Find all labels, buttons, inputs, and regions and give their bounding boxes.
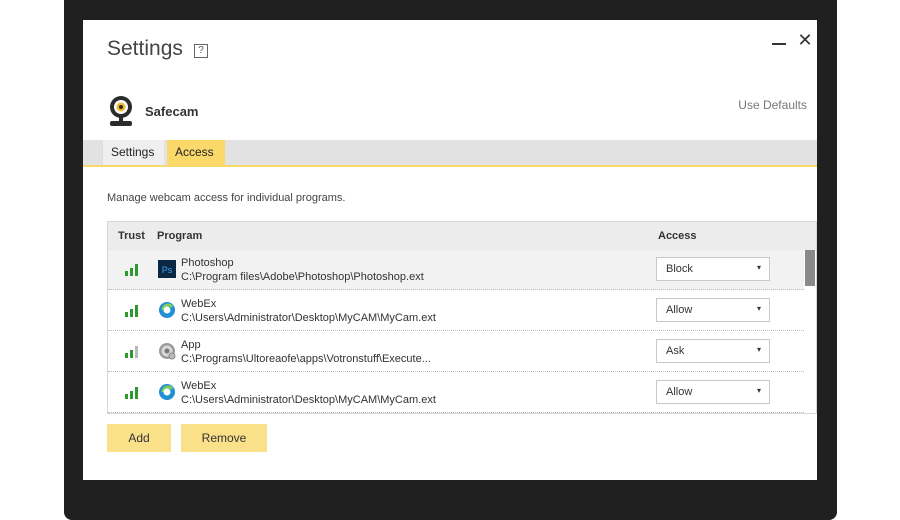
chevron-down-icon: ▾ <box>756 345 761 354</box>
remove-button[interactable]: Remove <box>181 424 267 452</box>
access-select-value: Allow <box>666 304 693 316</box>
access-select[interactable]: Allow ▾ <box>656 298 770 322</box>
trust-bar <box>130 391 133 399</box>
program-path: C:\Programs\Ultoreaofe\apps\Votronstuff\… <box>181 353 431 365</box>
help-icon[interactable]: ? <box>194 44 208 58</box>
table-row[interactable]: Ps Photoshop C:\Program files\Adobe\Phot… <box>108 250 804 290</box>
program-path: C:\Users\Administrator\Desktop\MyCAM\MyC… <box>181 312 436 324</box>
webex-icon <box>159 302 175 318</box>
product-name: Safecam <box>145 104 199 119</box>
trust-bar <box>125 312 128 317</box>
trust-bar <box>130 309 133 317</box>
close-icon[interactable]: ✕ <box>796 30 814 51</box>
program-name: WebEx <box>181 298 217 310</box>
trust-bar <box>125 271 128 276</box>
trust-bar <box>125 353 128 358</box>
table-row[interactable]: WebEx C:\Users\Administrator\Desktop\MyC… <box>108 373 804 413</box>
program-access-table: Trust Program Access Ps Photoshop C:\Pro… <box>107 221 817 414</box>
tab-bar: Settings Access <box>83 140 817 167</box>
access-select[interactable]: Allow ▾ <box>656 380 770 404</box>
access-select[interactable]: Block ▾ <box>656 257 770 281</box>
program-path: C:\Users\Administrator\Desktop\MyCAM\MyC… <box>181 394 436 406</box>
settings-window: Settings ? ✕ Safecam Use Defaults Settin… <box>83 20 817 480</box>
program-path: C:\Program files\Adobe\Photoshop\Photosh… <box>181 271 424 283</box>
use-defaults-link[interactable]: Use Defaults <box>723 98 807 112</box>
tab-access[interactable]: Access <box>167 140 225 165</box>
header-program[interactable]: Program <box>157 230 202 242</box>
webex-icon <box>159 384 175 400</box>
table-row[interactable]: App C:\Programs\Ultoreaofe\apps\Votronst… <box>108 332 804 372</box>
photoshop-icon: Ps <box>158 260 176 278</box>
access-select[interactable]: Ask ▾ <box>656 339 770 363</box>
access-select-value: Allow <box>666 386 693 398</box>
program-name: WebEx <box>181 380 217 392</box>
table-header: Trust Program Access <box>108 222 816 251</box>
header-access[interactable]: Access <box>658 230 697 242</box>
description-text: Manage webcam access for individual prog… <box>107 192 346 204</box>
access-select-value: Block <box>666 263 693 275</box>
trust-bar <box>125 394 128 399</box>
table-scrollbar[interactable] <box>804 250 816 413</box>
add-button[interactable]: Add <box>107 424 171 452</box>
chevron-down-icon: ▾ <box>756 263 761 272</box>
scrollbar-thumb[interactable] <box>805 250 815 286</box>
chevron-down-icon: ▾ <box>756 386 761 395</box>
generic-app-icon <box>159 343 176 360</box>
trust-signal-icon <box>125 264 141 276</box>
trust-signal-icon <box>125 305 141 317</box>
table-row[interactable]: WebEx C:\Users\Administrator\Desktop\MyC… <box>108 291 804 331</box>
trust-bar <box>135 305 138 317</box>
webcam-icon <box>110 96 132 126</box>
access-select-value: Ask <box>666 345 685 357</box>
trust-signal-icon <box>125 387 141 399</box>
photoshop-icon-text: Ps <box>162 265 173 275</box>
trust-bar <box>135 387 138 399</box>
chevron-down-icon: ▾ <box>756 304 761 313</box>
window-title: Settings <box>107 37 183 60</box>
program-name: App <box>181 339 201 351</box>
minimize-icon[interactable] <box>772 33 786 55</box>
tab-settings[interactable]: Settings <box>102 140 164 165</box>
trust-bar <box>130 268 133 276</box>
trust-bar <box>135 346 138 358</box>
trust-signal-icon <box>125 346 141 358</box>
trust-bar <box>135 264 138 276</box>
header-trust[interactable]: Trust <box>118 230 145 242</box>
trust-bar <box>130 350 133 358</box>
program-name: Photoshop <box>181 257 234 269</box>
